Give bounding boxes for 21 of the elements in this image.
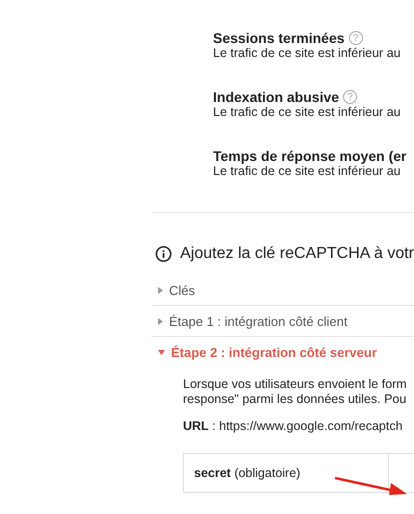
notice-text: Ajoutez la clé reCAPTCHA à votr — [180, 245, 414, 263]
metric-title: Sessions terminées — [213, 30, 345, 46]
caret-right-icon — [158, 286, 163, 294]
metric-title: Temps de réponse moyen (er — [213, 148, 406, 164]
accordion-header[interactable]: Étape 2 : intégration côté serveur — [152, 337, 414, 367]
url-text: URL : https://www.google.com/recaptch — [183, 419, 404, 433]
table-cell: secret (obligatoire) — [184, 454, 389, 492]
info-icon — [155, 245, 172, 263]
caret-right-icon — [158, 318, 163, 324]
metric-description: Le trafic de ce site est inférieur au — [213, 46, 402, 60]
accordion-header[interactable]: Étape 1 : intégration côté client — [152, 306, 414, 337]
metric-description: Le trafic de ce site est inférieur au — [213, 164, 402, 178]
help-icon[interactable]: ? — [343, 90, 358, 104]
step-description: response" parmi les données utiles. Pou — [183, 392, 408, 407]
caret-down-icon — [158, 350, 165, 354]
arrow-icon — [333, 476, 407, 496]
metric-description: Le trafic de ce site est inférieur au — [213, 105, 402, 119]
accordion-header[interactable]: Clés — [152, 275, 414, 306]
step-description: Lorsque vos utilisateurs envoient le form — [183, 377, 408, 392]
metric-title: Indexation abusive — [213, 89, 340, 105]
help-icon[interactable]: ? — [348, 31, 363, 45]
